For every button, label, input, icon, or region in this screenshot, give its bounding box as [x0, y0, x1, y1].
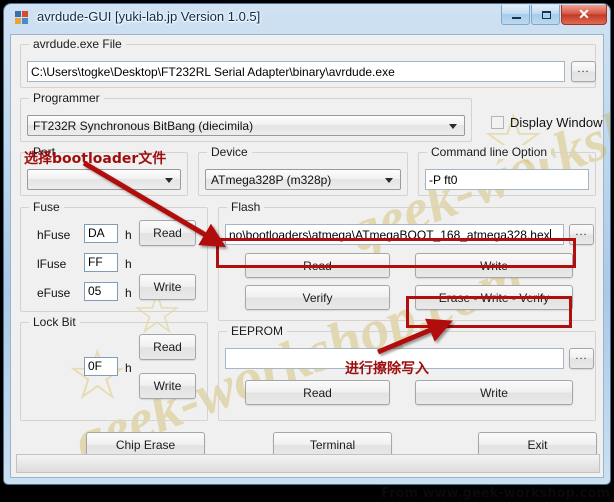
hfuse-input[interactable]: DA: [84, 224, 118, 243]
status-bar: [16, 454, 600, 473]
avrdude-file-group-label: avrdude.exe File: [29, 37, 126, 51]
lockbit-input[interactable]: 0F: [84, 357, 118, 376]
flash-group-label: Flash: [227, 200, 265, 214]
annotation-erase-write-note: 进行擦除写入: [345, 361, 429, 377]
command-line-option-input[interactable]: -P ft0: [425, 169, 589, 190]
flash-erase-write-verify-button[interactable]: Erase - Write - Verify: [415, 285, 573, 310]
avrdude-path-input[interactable]: C:\Users\togke\Desktop\FT232RL Serial Ad…: [27, 61, 565, 82]
window-controls: ✕: [501, 5, 607, 25]
title-bar[interactable]: avrdude-GUI [yuki-lab.jp Version 1.0.5] …: [4, 4, 610, 33]
command-line-option-group-label: Command line Option: [427, 145, 552, 159]
display-window-label: Display Window: [510, 115, 603, 130]
fuse-group-label: Fuse: [29, 200, 64, 214]
maximize-button[interactable]: [531, 5, 560, 25]
flash-verify-button[interactable]: Verify: [245, 285, 390, 310]
avrdude-path-browse-button[interactable]: ...: [571, 61, 596, 82]
efuse-input[interactable]: 05: [84, 282, 118, 301]
annotation-bootloader-note: 选择bootloader文件: [24, 151, 167, 167]
hfuse-unit: h: [125, 228, 132, 242]
lockbit-group-label: Lock Bit: [29, 315, 80, 329]
programmer-select-value: FT232R Synchronous BitBang (diecimila): [33, 119, 254, 133]
fuse-read-button[interactable]: Read: [139, 220, 196, 246]
eeprom-path-browse-button[interactable]: ...: [569, 348, 594, 369]
footer-credit: From www.geek-workshop.com: [381, 486, 610, 501]
chevron-down-icon: [165, 177, 173, 183]
minimize-button[interactable]: [501, 5, 530, 25]
hfuse-label: hFuse: [37, 228, 71, 242]
lockbit-read-button[interactable]: Read: [139, 334, 196, 360]
display-window-checkbox[interactable]: [491, 116, 504, 129]
eeprom-group-label: EEPROM: [227, 324, 288, 338]
chevron-down-icon: [385, 177, 393, 183]
efuse-unit: h: [125, 286, 132, 300]
flash-read-button[interactable]: Read: [245, 253, 390, 278]
lfuse-label: lFuse: [37, 257, 67, 271]
efuse-label: eFuse: [37, 286, 71, 300]
lockbit-write-button[interactable]: Write: [139, 373, 196, 399]
eeprom-read-button[interactable]: Read: [245, 380, 390, 405]
flash-write-button[interactable]: Write: [415, 253, 573, 278]
client-area: ☆ ☆ ☆ geek-workshop.com geek-workshop.co…: [10, 34, 610, 478]
app-icon: [15, 11, 31, 27]
device-select[interactable]: ATmega328P (m328p): [205, 169, 401, 190]
fuse-write-button[interactable]: Write: [139, 274, 196, 300]
lfuse-unit: h: [125, 257, 132, 271]
programmer-group-label: Programmer: [29, 91, 104, 105]
programmer-select[interactable]: FT232R Synchronous BitBang (diecimila): [27, 115, 465, 136]
close-button[interactable]: ✕: [561, 5, 607, 25]
chevron-down-icon: [449, 123, 457, 129]
lockbit-unit: h: [125, 361, 132, 375]
lfuse-input[interactable]: FF: [84, 253, 118, 272]
device-group-label: Device: [207, 145, 252, 159]
device-select-value: ATmega328P (m328p): [211, 173, 332, 187]
port-select[interactable]: [27, 169, 181, 190]
eeprom-write-button[interactable]: Write: [415, 380, 573, 405]
screenshot-root: avrdude-GUI [yuki-lab.jp Version 1.0.5] …: [0, 0, 614, 502]
app-window: avrdude-GUI [yuki-lab.jp Version 1.0.5] …: [4, 4, 610, 484]
flash-path-input[interactable]: no\bootloaders\atmega\ATmegaBOOT_168_atm…: [225, 224, 564, 245]
flash-path-browse-button[interactable]: ...: [569, 224, 594, 245]
close-icon: ✕: [578, 6, 590, 22]
window-title: avrdude-GUI [yuki-lab.jp Version 1.0.5]: [37, 9, 261, 24]
